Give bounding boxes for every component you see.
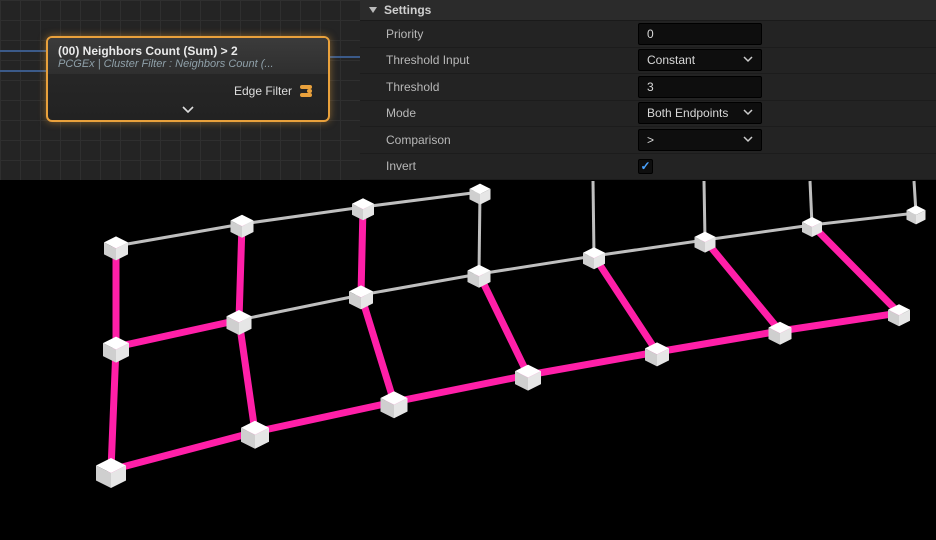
threshold-input-dropdown[interactable]: Constant <box>638 49 762 71</box>
node-body: Edge Filter <box>48 74 328 104</box>
row-comparison: Comparison > <box>360 127 936 154</box>
comparison-dropdown[interactable]: > <box>638 129 762 151</box>
row-threshold: Threshold <box>360 74 936 101</box>
dropdown-value: Both Endpoints <box>647 106 728 120</box>
graph-node[interactable]: (00) Neighbors Count (Sum) > 2 PCGEx | C… <box>46 36 330 122</box>
dropdown-value: > <box>647 133 654 147</box>
node-title: (00) Neighbors Count (Sum) > 2 <box>58 44 318 58</box>
disclosure-triangle-icon <box>368 5 378 15</box>
mode-dropdown[interactable]: Both Endpoints <box>638 102 762 124</box>
section-title: Settings <box>384 3 431 17</box>
label-priority: Priority <box>360 27 638 41</box>
details-panel: Settings Priority Threshold Input Consta… <box>360 0 936 180</box>
node-header[interactable]: (00) Neighbors Count (Sum) > 2 PCGEx | C… <box>48 38 328 74</box>
row-invert: Invert <box>360 154 936 181</box>
invert-checkbox[interactable] <box>638 159 653 174</box>
chevron-down-icon <box>743 136 753 144</box>
label-mode: Mode <box>360 106 638 120</box>
threshold-input-field[interactable] <box>638 76 762 98</box>
row-mode: Mode Both Endpoints <box>360 101 936 128</box>
node-subtitle: PCGEx | Cluster Filter : Neighbors Count… <box>58 58 318 70</box>
priority-input[interactable] <box>638 23 762 45</box>
label-comparison: Comparison <box>360 133 638 147</box>
dropdown-value: Constant <box>647 53 695 67</box>
viewport-3d[interactable] <box>0 180 936 540</box>
viewport-render <box>0 180 936 540</box>
chevron-down-icon <box>743 109 753 117</box>
graph-editor[interactable]: (00) Neighbors Count (Sum) > 2 PCGEx | C… <box>0 0 360 180</box>
graph-wire <box>330 56 360 58</box>
pin-data-icon <box>300 84 318 98</box>
row-priority: Priority <box>360 21 936 48</box>
pin-label: Edge Filter <box>234 84 292 98</box>
row-threshold-input: Threshold Input Constant <box>360 48 936 75</box>
graph-wire <box>0 50 46 52</box>
chevron-down-icon <box>182 106 194 114</box>
node-expand-button[interactable] <box>48 104 328 120</box>
label-threshold: Threshold <box>360 80 638 94</box>
node-output-pin[interactable]: Edge Filter <box>58 82 318 100</box>
graph-wire <box>0 70 46 72</box>
label-invert: Invert <box>360 159 638 173</box>
settings-section-header[interactable]: Settings <box>360 0 936 21</box>
label-threshold-input: Threshold Input <box>360 53 638 67</box>
chevron-down-icon <box>743 56 753 64</box>
